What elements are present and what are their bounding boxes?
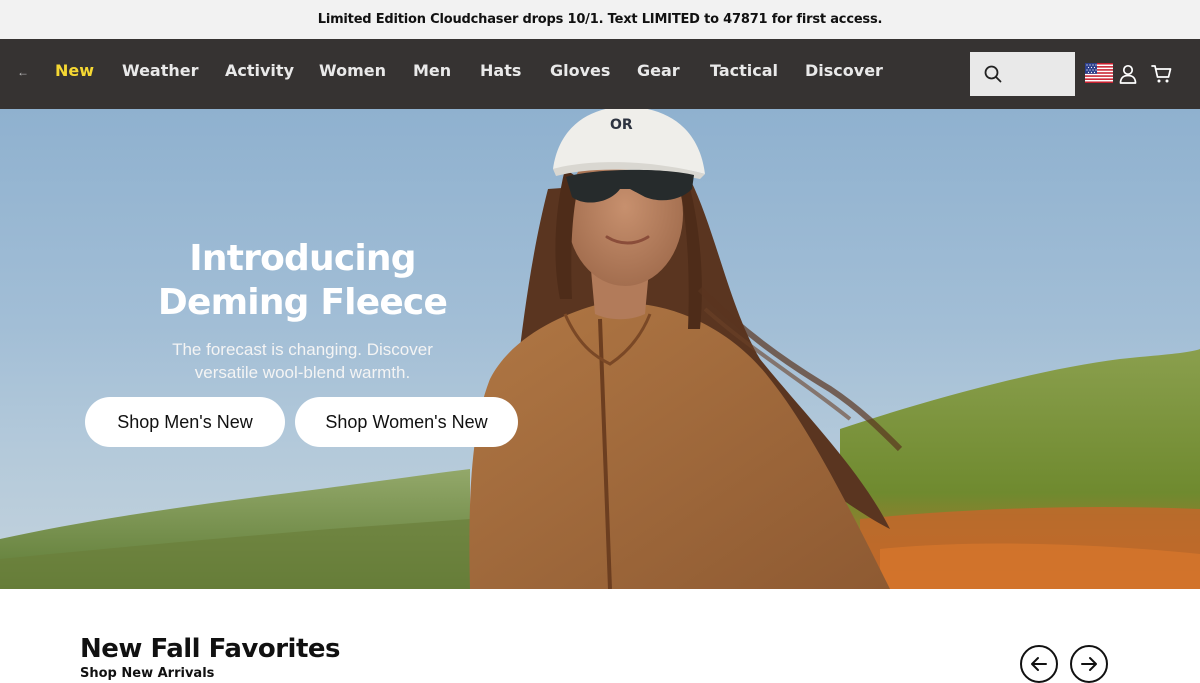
hero-subtitle-line-1: The forecast is changing. Discover: [172, 340, 433, 359]
shop-womens-new-button[interactable]: Shop Women's New: [295, 397, 518, 447]
nav-link-hats[interactable]: Hats: [480, 61, 521, 80]
us-flag-icon[interactable]: [1085, 63, 1113, 83]
cap-logo: OR: [610, 117, 633, 133]
nav-link-gear[interactable]: Gear: [637, 61, 680, 80]
nav-link-new[interactable]: New: [55, 61, 94, 80]
hero-subtitle: The forecast is changing. Discover versa…: [140, 338, 465, 384]
cart-icon[interactable]: [1151, 64, 1173, 84]
carousel-prev-button[interactable]: [1020, 645, 1058, 683]
account-icon[interactable]: [1118, 64, 1138, 84]
search-box[interactable]: [970, 52, 1075, 96]
nav-links: New Weather Activity Women Men Hats Glov…: [0, 39, 960, 109]
hero-title: Introducing Deming Fleece: [120, 237, 485, 325]
nav-link-discover[interactable]: Discover: [805, 61, 883, 80]
search-input[interactable]: [1010, 60, 1072, 90]
arrow-right-icon: [1081, 657, 1097, 671]
hero-title-line-2: Deming Fleece: [157, 282, 448, 323]
nav-link-tactical[interactable]: Tactical: [710, 61, 778, 80]
nav-link-men[interactable]: Men: [413, 61, 451, 80]
search-icon[interactable]: [984, 65, 1002, 83]
hero-banner: OR Introducing Deming Fleece The forecas…: [0, 109, 1200, 589]
main-nav: ← New Weather Activity Women Men Hats Gl…: [0, 39, 1200, 109]
hero-title-line-1: Introducing: [189, 238, 416, 279]
carousel-next-button[interactable]: [1070, 645, 1108, 683]
nav-link-weather[interactable]: Weather: [122, 61, 199, 80]
hero-subtitle-line-2: versatile wool-blend warmth.: [194, 363, 411, 382]
arrow-left-icon: [1031, 657, 1047, 671]
nav-link-activity[interactable]: Activity: [225, 61, 294, 80]
shop-new-arrivals-link[interactable]: Shop New Arrivals: [80, 666, 214, 681]
nav-link-gloves[interactable]: Gloves: [550, 61, 610, 80]
section-title: New Fall Favorites: [80, 634, 341, 664]
promo-text: Limited Edition Cloudchaser drops 10/1. …: [317, 12, 883, 27]
shop-mens-new-button[interactable]: Shop Men's New: [85, 397, 285, 447]
promo-banner: Limited Edition Cloudchaser drops 10/1. …: [0, 0, 1200, 39]
nav-link-women[interactable]: Women: [319, 61, 386, 80]
